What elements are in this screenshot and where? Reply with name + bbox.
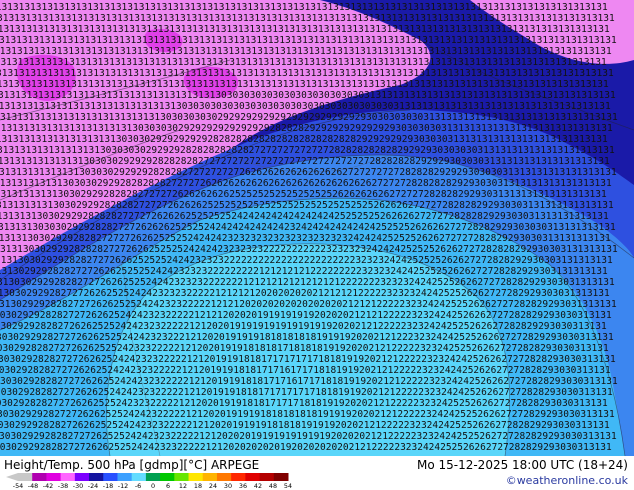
contour-value-row: 3131313131313131313131313131313131313131… (0, 79, 609, 90)
contour-value-row: 3131313131303029292828282727272626262525… (0, 200, 614, 211)
contour-value-row: 3131313131313030302929282828282727272626… (0, 178, 612, 189)
contour-value-row: 3030292928272726262525242423222221212020… (0, 409, 615, 420)
color-scale-swatch (46, 473, 62, 481)
color-scale-swatch (89, 473, 104, 481)
color-scale-swatch (60, 473, 76, 481)
color-scale-swatch (259, 473, 275, 481)
color-scale-swatch (188, 473, 204, 481)
color-scale-label: -12 (118, 482, 128, 490)
contour-value-row: 3131313131313131313131313131313131313131… (0, 2, 608, 13)
color-scale-swatch (231, 473, 246, 481)
contour-value-row: 3131313131313131313131313131313131313131… (0, 57, 607, 68)
contour-value-row: 3030292828272726262524242323222221212019… (0, 387, 613, 398)
contour-value-row: 3131313131313131313131313131313131313131… (0, 13, 615, 24)
color-scale-label: 12 (179, 482, 187, 490)
color-scale-label: 24 (209, 482, 217, 490)
color-scale-label: -48 (28, 482, 38, 490)
contour-value-row: 3131313131313030292928282827272726262626… (0, 189, 607, 200)
color-scale-label: 36 (239, 482, 247, 490)
contour-value-row: 3030292828272726262525242323222221212020… (0, 398, 608, 409)
contour-value-labels: 3131313131313131313131313131313131313131… (0, 2, 618, 453)
contour-value-row: 3131313131313131313131313030303029292929… (0, 123, 613, 134)
color-scale-swatch (18, 473, 33, 481)
valid-time: Mo 15-12-2025 18:00 UTC (18+24) (416, 458, 628, 472)
color-scale-label: -38 (58, 482, 68, 490)
contour-value-row: 3131313131313131313131313131313130303030… (0, 101, 611, 112)
contour-value-row: 3131313131313131313131313131313131313130… (0, 90, 616, 101)
color-scale-swatch (245, 473, 261, 481)
temperature-map: 3131313131313131313131313131313131313131… (0, 0, 634, 456)
contour-value-row: 3131313131313131303030292929282828282727… (0, 156, 610, 167)
contour-value-row: 3030292928282727262525242423232222212120… (0, 431, 617, 442)
map-title: Height/Temp. 500 hPa [gdmp][°C] ARPEGE (4, 458, 260, 472)
color-scale-swatch (74, 473, 90, 481)
color-scale-label: 48 (269, 482, 277, 490)
color-scale-swatch (145, 473, 161, 481)
color-scale-label: 42 (254, 482, 262, 490)
color-scale-label: -42 (43, 482, 53, 490)
contour-value-row: 3131313130302929282828272727262626252525… (0, 211, 609, 222)
contour-value-row: 3030292828272726262525242323222221212020… (0, 343, 609, 354)
contour-value-row: 3130302929282727262625252424232323222221… (0, 288, 610, 299)
contour-value-row: 3131313131313131313131313131313131313131… (0, 35, 617, 46)
color-scale-swatch (131, 473, 147, 481)
contour-value-row: 3030292828272726262524242323222221212019… (0, 376, 618, 387)
map-footer: Height/Temp. 500 hPa [gdmp][°C] ARPEGE M… (0, 456, 634, 490)
contour-value-row: 3131313131313130303029292928282827272727… (0, 167, 617, 178)
contour-value-row: 3131303029292828282727262625252524242423… (0, 244, 618, 255)
contour-value-row: 3030292928282727262625242423232222212121… (0, 310, 612, 321)
color-scale-label: 18 (194, 482, 202, 490)
contour-value-row: 3131313131313131313131313131313131313131… (0, 24, 610, 35)
contour-value-row: 3130302929282827272626252524242323232222… (0, 277, 615, 288)
color-scale-arrow (6, 473, 18, 481)
color-scale-swatch (216, 473, 232, 481)
color-scale-swatch (202, 473, 218, 481)
contour-value-row: 3131313030292928282727272626252525242424… (0, 233, 611, 244)
contour-value-row: 3131313131313131313131313131313131313131… (0, 68, 614, 79)
color-scale-swatch (160, 473, 175, 481)
contour-value-row: 3131313131313131313030303029292928282828… (0, 145, 615, 156)
color-scale-label: -54 (13, 482, 23, 490)
contour-value-row: 3030292828272726262524242323222221212019… (0, 365, 611, 376)
contour-value-row: 3131313131313131313131313131313131313131… (0, 46, 612, 57)
credit-link[interactable]: ©weatheronline.co.uk (506, 474, 628, 487)
color-scale-swatch (117, 473, 133, 481)
color-scale-label: -18 (103, 482, 113, 490)
contour-value-row: 3030292928272726262525242423232221212020… (0, 332, 614, 343)
contour-value-row: 3130292928282727262625252424232322222121… (0, 299, 617, 310)
color-scale: -54 -48 -42 -38 -30 -24 -18 -12 -6 0 6 12 18 24 30 36 42… (6, 473, 292, 490)
color-scale-label: -6 (135, 482, 141, 490)
color-scale-label: 0 (151, 482, 155, 490)
color-scale-label: 30 (224, 482, 232, 490)
contour-value-row: 3131313030302929282827272626262525252424… (0, 222, 616, 233)
color-scale-label: -30 (73, 482, 83, 490)
color-scale-swatch (273, 473, 289, 481)
color-scale-label: -24 (88, 482, 98, 490)
color-scale-swatch (32, 473, 47, 481)
contour-value-row: 3030292928282726262525242423232222212120… (0, 420, 610, 431)
contour-value-row: 3030292928282727262625252424232322222121… (0, 442, 612, 453)
color-scale-swatch (103, 473, 118, 481)
color-scale-swatch (174, 473, 190, 481)
contour-value-row: 3030292828272726262524242323222221212019… (0, 354, 616, 365)
contour-value-row: 3131313131313131313131313131303030303029… (0, 112, 618, 123)
color-scale-label: 6 (166, 482, 170, 490)
contour-value-row: 3131303029292828272726262525252424232323… (0, 255, 613, 266)
contour-value-row: 3131302929282827272626252525242423232322… (0, 266, 608, 277)
contour-value-row: 3030292928282726262525242423232222212120… (0, 321, 607, 332)
color-scale-label: 54 (284, 482, 292, 490)
contour-value-row: 3131313131313131313131303030292929292928… (0, 134, 608, 145)
